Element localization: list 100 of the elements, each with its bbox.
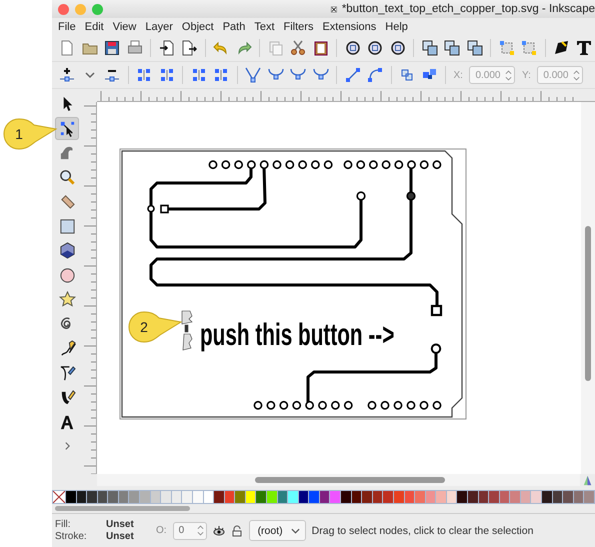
menu-item[interactable]: Edit <box>84 20 104 32</box>
vertical-scrollbar[interactable] <box>581 102 595 474</box>
color-swatch[interactable] <box>192 491 203 503</box>
printer-icon[interactable] <box>126 40 142 56</box>
add-node-icon[interactable] <box>59 67 75 83</box>
color-swatch[interactable] <box>531 491 542 503</box>
color-swatch[interactable] <box>246 491 256 503</box>
undo-icon[interactable] <box>213 40 229 56</box>
color-swatch[interactable] <box>66 491 76 503</box>
menu-item[interactable]: Text <box>254 20 275 32</box>
export-icon[interactable] <box>181 40 197 56</box>
nodes-icon[interactable] <box>498 40 514 56</box>
spin-arrows-icon[interactable] <box>573 68 580 82</box>
color-swatch[interactable] <box>172 491 182 503</box>
cut-icon[interactable] <box>290 40 306 56</box>
color-swatch[interactable] <box>489 491 499 503</box>
color-swatch[interactable] <box>150 491 160 503</box>
color-swatch[interactable] <box>383 491 393 503</box>
redo-icon[interactable] <box>236 40 252 56</box>
menu-item[interactable]: Extensions <box>322 20 376 32</box>
menu-item[interactable]: Help <box>385 20 408 32</box>
color-swatch[interactable] <box>98 491 108 503</box>
cusp-node-icon[interactable] <box>245 67 261 83</box>
color-swatch[interactable] <box>520 491 530 503</box>
caret-icon[interactable] <box>290 528 300 534</box>
color-swatch[interactable] <box>76 491 86 503</box>
color-swatch[interactable] <box>426 491 436 503</box>
color-swatch[interactable] <box>468 491 478 503</box>
eye-icon[interactable] <box>212 524 225 536</box>
menu-item[interactable]: Filters <box>284 20 314 32</box>
curve-segment-icon[interactable] <box>367 67 383 83</box>
menu-item[interactable]: View <box>112 20 136 32</box>
color-swatch[interactable] <box>574 491 584 503</box>
horizontal-scrollbar[interactable] <box>97 474 580 486</box>
color-swatch[interactable] <box>129 491 140 503</box>
join-nodes-icon[interactable] <box>136 67 152 83</box>
color-swatch[interactable] <box>415 491 425 503</box>
color-swatch[interactable] <box>298 491 308 503</box>
color-swatch[interactable] <box>266 491 277 503</box>
stacked-squares-icon[interactable] <box>466 40 482 56</box>
chevron-icon[interactable] <box>64 441 70 451</box>
color-swatch[interactable] <box>140 491 150 503</box>
color-swatch[interactable] <box>108 491 118 503</box>
layer-dropdown[interactable]: (root) <box>248 520 306 541</box>
spin-arrows-icon[interactable] <box>505 68 512 82</box>
node-tool-icon[interactable] <box>55 116 79 140</box>
opacity-field[interactable]: 0 <box>172 522 207 540</box>
color-swatch[interactable] <box>394 491 404 503</box>
color-swatch[interactable] <box>161 491 171 503</box>
zoom-selection-icon[interactable] <box>344 40 360 56</box>
color-swatch[interactable] <box>563 491 573 503</box>
zoom-page-icon[interactable] <box>390 40 406 56</box>
color-swatch[interactable] <box>510 491 520 503</box>
color-swatch[interactable] <box>288 491 298 503</box>
new-document-icon[interactable] <box>59 40 75 56</box>
close-button[interactable] <box>58 4 69 14</box>
spin-arrows-icon[interactable] <box>196 524 204 537</box>
color-swatch[interactable] <box>352 491 362 503</box>
delete-node-icon[interactable] <box>104 67 120 83</box>
color-swatch[interactable] <box>341 491 351 503</box>
menu-item[interactable]: Layer <box>145 20 173 32</box>
menu-item[interactable]: File <box>58 20 76 32</box>
object-to-path-icon[interactable] <box>399 67 415 83</box>
delete-segment-icon[interactable] <box>213 67 229 83</box>
color-swatch[interactable] <box>584 491 594 503</box>
stacked-squares-icon[interactable] <box>422 40 438 56</box>
stacked-squares-icon[interactable] <box>444 40 460 56</box>
color-swatch[interactable] <box>224 491 234 503</box>
color-swatch[interactable] <box>372 491 382 503</box>
color-swatch[interactable] <box>478 491 488 503</box>
join-segment-icon[interactable] <box>190 67 206 83</box>
color-swatch[interactable] <box>404 491 414 503</box>
color-management-icon[interactable] <box>582 474 593 486</box>
color-swatch[interactable] <box>87 491 97 503</box>
color-swatch[interactable] <box>542 491 552 503</box>
color-swatch[interactable] <box>278 491 288 503</box>
color-swatch[interactable] <box>214 491 224 503</box>
color-swatch[interactable] <box>235 491 245 503</box>
color-swatch[interactable] <box>182 491 192 503</box>
color-swatch[interactable] <box>446 491 456 503</box>
menu-item[interactable]: Path <box>222 20 246 32</box>
color-swatch[interactable] <box>500 491 510 503</box>
lock-icon[interactable] <box>230 524 243 536</box>
color-swatch[interactable] <box>256 491 266 503</box>
color-swatch[interactable] <box>204 491 214 503</box>
line-segment-icon[interactable] <box>344 67 360 83</box>
pen-nib-icon[interactable] <box>553 40 569 56</box>
text-tool-icon[interactable] <box>576 40 592 56</box>
color-swatch[interactable] <box>457 491 467 503</box>
color-swatch[interactable] <box>330 491 340 503</box>
nodes-icon[interactable] <box>521 40 537 56</box>
no-paint-swatch[interactable] <box>53 491 65 503</box>
import-icon[interactable] <box>158 40 174 56</box>
color-swatch[interactable] <box>118 491 128 503</box>
color-swatch[interactable] <box>320 491 330 503</box>
paste-icon[interactable] <box>312 40 328 56</box>
menu-item[interactable]: Object <box>182 20 214 32</box>
color-swatch[interactable] <box>552 491 562 503</box>
color-swatch[interactable] <box>436 491 446 503</box>
color-swatch[interactable] <box>309 491 319 503</box>
